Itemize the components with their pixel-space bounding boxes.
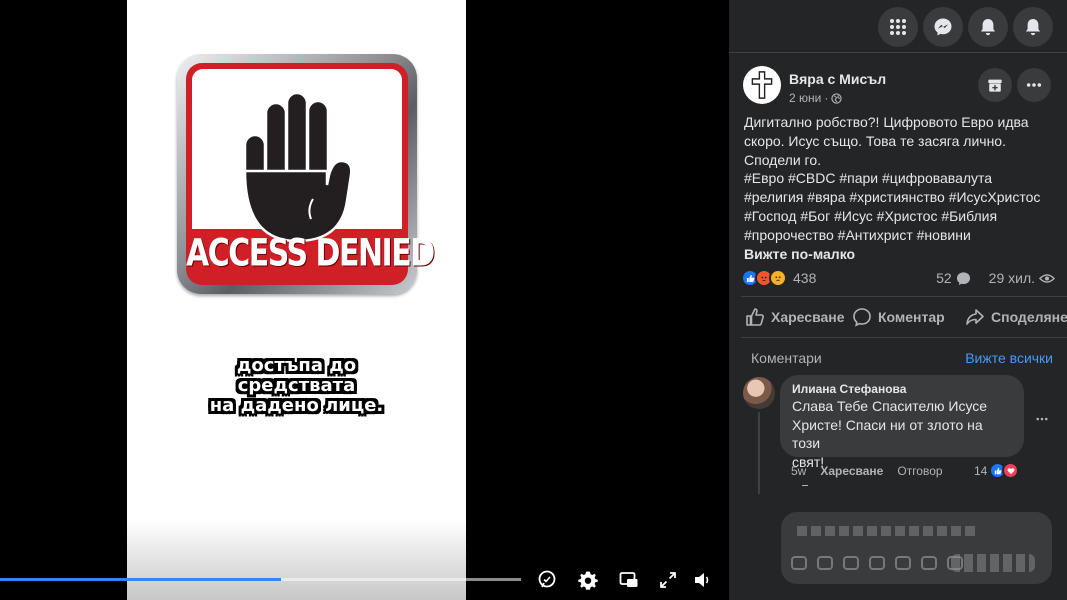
sign-white-panel — [192, 69, 402, 243]
composer-hint — [951, 554, 1035, 572]
post-side-panel: Вяра с Мисъл 2 юни · Дигитално робство?!… — [729, 0, 1067, 600]
comment-reply-button[interactable]: Отговор — [897, 464, 942, 478]
thumbs-up-icon — [746, 308, 764, 326]
eye-icon — [1039, 273, 1055, 283]
post-date[interactable]: 2 юни — [789, 91, 821, 105]
notifications-icon[interactable] — [968, 7, 1008, 47]
view-count: 29 хил. — [988, 270, 1035, 286]
comment-author[interactable]: Илиана Стефанова — [792, 382, 1012, 396]
comment-reaction-count: 14 — [974, 463, 988, 478]
comment-text: Слава Тебе Спасителю Исусе Христе! Спаси… — [792, 397, 1012, 471]
progress-played — [0, 578, 282, 581]
attach-icon[interactable] — [921, 556, 937, 570]
globe-icon — [831, 92, 843, 104]
sad-reaction-icon — [769, 269, 787, 287]
like-button[interactable]: Харесване — [745, 297, 845, 337]
share-button[interactable]: Споделяне — [965, 297, 1067, 337]
avatar-sticker-icon[interactable] — [895, 556, 911, 570]
video-player[interactable]: ACCESS DENIED достъпа до средствата на д… — [0, 0, 729, 600]
love-reaction-icon — [1002, 462, 1020, 479]
comment-text-line: Христе! Спаси ни от злото на този — [792, 416, 983, 452]
comment-thread-line — [758, 412, 760, 494]
see-all-comments-link[interactable]: Вижте всички — [965, 350, 1053, 366]
reply-indicator — [802, 485, 808, 486]
comment-icon — [853, 308, 871, 327]
hashtag-line[interactable]: #Господ #Бог #Исус #Христос #Библия — [744, 207, 1059, 226]
captions-icon[interactable] — [535, 568, 559, 592]
comment-time[interactable]: 5w — [791, 464, 806, 478]
menu-grid-icon[interactable] — [878, 7, 918, 47]
comments-title: Коментари — [751, 350, 822, 366]
comment-reactions[interactable]: 14 — [974, 462, 1020, 479]
post-text-line: Дигитално робство?! Цифровото Евро идва — [744, 114, 1029, 130]
comment-count[interactable]: 52 — [936, 270, 952, 286]
composer-placeholder — [797, 526, 977, 536]
gif-icon[interactable] — [869, 556, 885, 570]
picture-in-picture-icon[interactable] — [617, 568, 641, 592]
avatar[interactable] — [743, 377, 775, 409]
comment-like-button[interactable]: Харесване — [820, 464, 883, 478]
fullscreen-icon[interactable] — [656, 568, 680, 592]
composer-tools — [791, 556, 963, 570]
video-frame-fade — [127, 520, 466, 600]
camera-icon[interactable] — [843, 556, 859, 570]
comment-item: Илиана Стефанова Слава Тебе Спасителю Ис… — [743, 375, 1063, 495]
access-denied-sign: ACCESS DENIED — [177, 54, 435, 294]
comment-actions: 5w Харесване Отговор — [791, 464, 943, 478]
comments-header: Коментари Вижте всички — [751, 350, 1053, 368]
caption-line: средствата — [237, 375, 356, 396]
post-text-line: скоро. Исус също. Това те засяга лично. — [744, 132, 1006, 149]
meta-separator: · — [824, 91, 829, 105]
hashtag-line[interactable]: #пророчество #Антихрист #новини — [744, 226, 1059, 245]
caption-line: на дадено лице. — [209, 395, 384, 416]
save-button[interactable] — [978, 68, 1012, 102]
video-progress-bar[interactable] — [0, 578, 521, 581]
page-name[interactable]: Вяра с Мисъл — [789, 71, 886, 87]
sticker-icon[interactable] — [791, 556, 807, 570]
hashtag-line[interactable]: #религия #вяра #християнство #ИсусХристо… — [744, 188, 1059, 207]
cross-icon — [751, 71, 773, 99]
sign-red-panel: ACCESS DENIED — [186, 63, 435, 285]
top-navigation — [729, 0, 1067, 53]
post-text-line: Сподели го. — [744, 151, 822, 168]
like-label: Харесване — [771, 309, 845, 325]
messenger-icon[interactable] — [923, 7, 963, 47]
archive-plus-icon — [988, 79, 1002, 92]
settings-icon[interactable] — [576, 568, 600, 592]
comment-button[interactable]: Коментар — [852, 297, 945, 337]
stop-hand-icon — [243, 91, 353, 243]
comment-options-button[interactable] — [1036, 408, 1048, 426]
video-caption: достъпа до средствата на дадено лице. — [127, 356, 466, 416]
share-icon — [966, 309, 984, 325]
post-text: Дигитално робство?! Цифровото Евро идва … — [744, 113, 1059, 263]
comment-composer[interactable] — [781, 512, 1052, 584]
more-icon — [1036, 417, 1048, 421]
see-less-link[interactable]: Вижте по-малко — [744, 245, 1059, 264]
account-icon[interactable] — [1013, 7, 1053, 47]
comment-bubble: Илиана Стефанова Слава Тебе Спасителю Ис… — [780, 375, 1024, 470]
post-action-bar: Харесване Коментар Споделяне — [741, 296, 1067, 338]
caption-line: достъпа до — [236, 355, 357, 376]
comment-label: Коментар — [878, 309, 945, 325]
reaction-summary[interactable]: 438 — [741, 268, 816, 288]
reaction-count: 438 — [793, 270, 817, 286]
page-avatar[interactable] — [743, 66, 781, 104]
comment-text-line: Слава Тебе Спасителю Исусе — [792, 398, 988, 414]
post-meta: 2 юни · — [789, 91, 843, 105]
more-options-button[interactable] — [1017, 68, 1051, 102]
volume-icon[interactable] — [691, 568, 715, 592]
share-label: Споделяне — [991, 309, 1067, 325]
hashtag-line[interactable]: #Евро #CBDC #пари #цифровавалута — [744, 169, 1059, 188]
video-frame: ACCESS DENIED достъпа до средствата на д… — [127, 0, 466, 600]
post-stats: 52 29 хил. — [936, 268, 1055, 288]
more-icon — [1026, 83, 1042, 87]
emoji-icon[interactable] — [817, 556, 833, 570]
comment-bubble-icon — [956, 271, 970, 285]
sign-text: ACCESS DENIED — [186, 231, 435, 276]
post-header: Вяра с Мисъл 2 юни · — [743, 66, 1053, 108]
